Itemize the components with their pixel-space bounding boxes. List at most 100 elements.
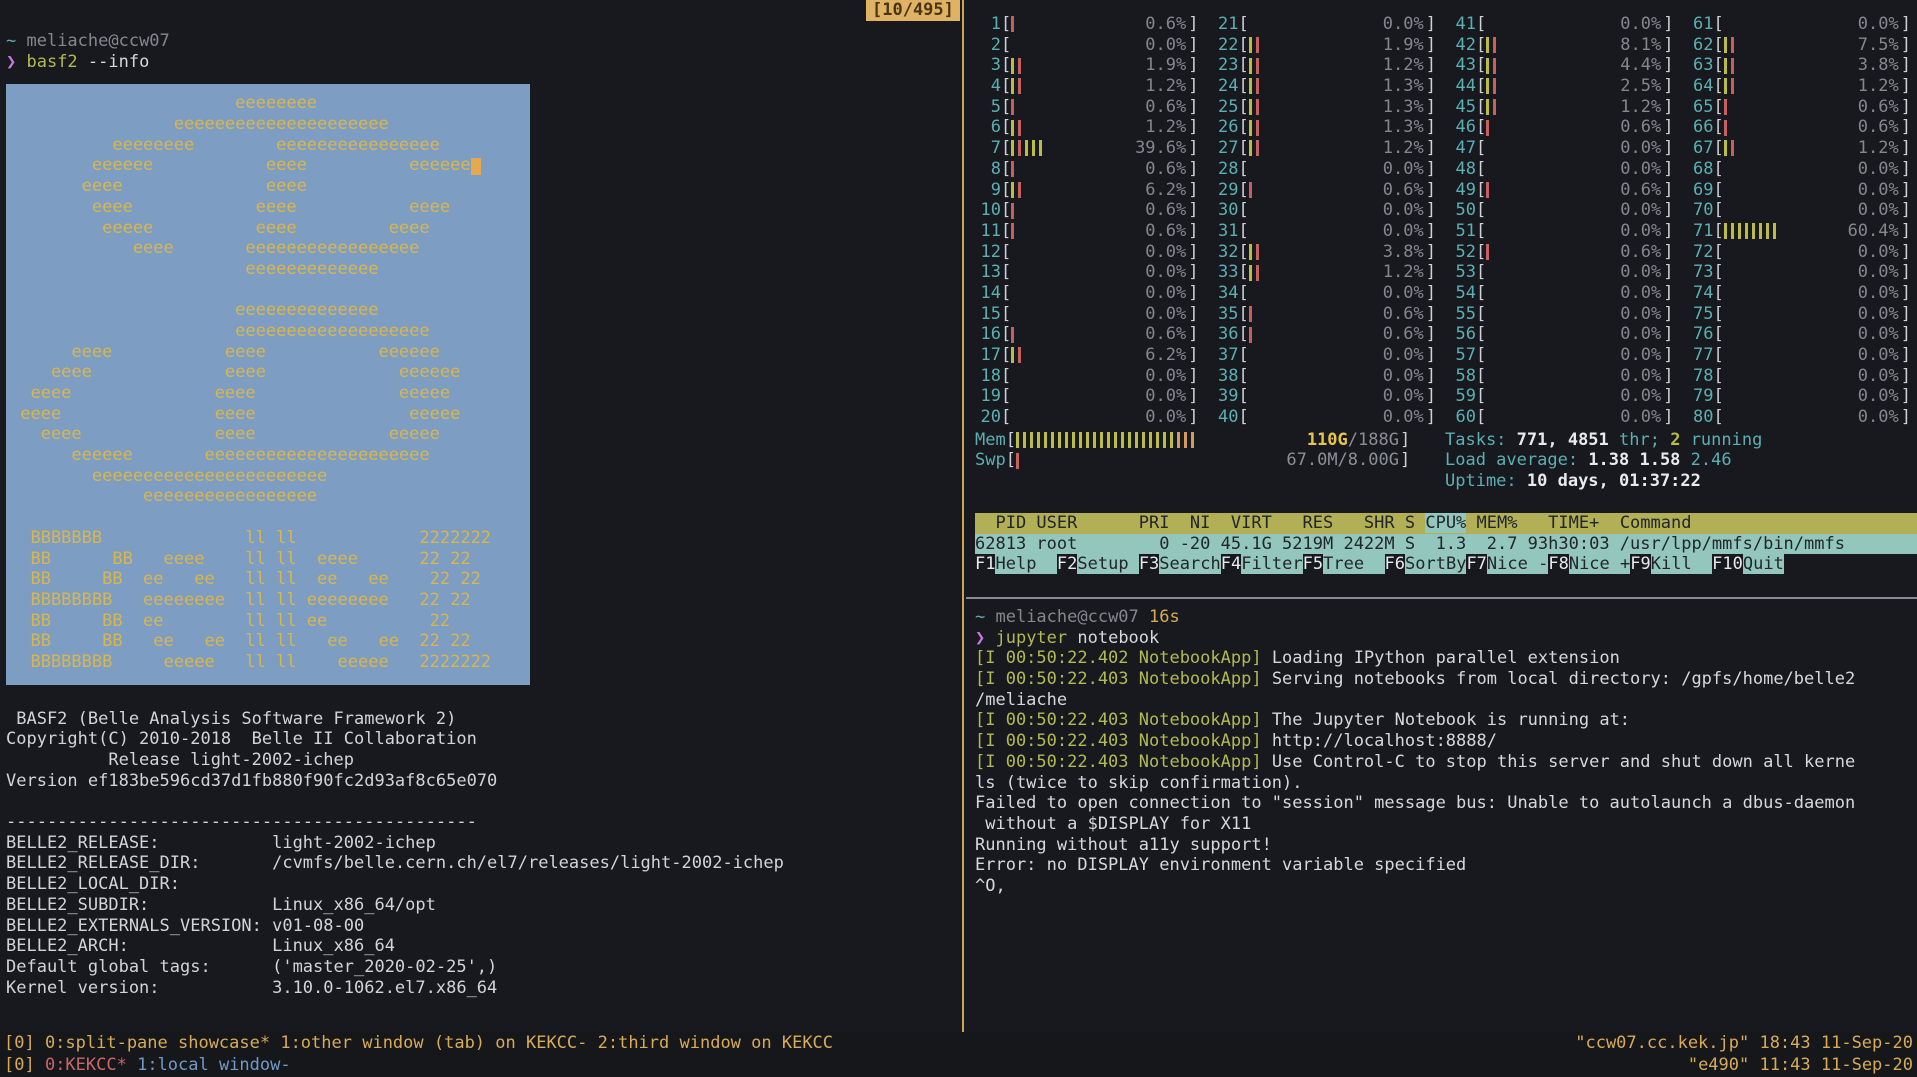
logo-art-line: eeee eeee eeeeee — [6, 342, 530, 363]
cpu-meter-core-42: 42 [8.1%] — [1450, 35, 1674, 56]
fkey-f9-button[interactable]: F9Kill — [1630, 554, 1712, 575]
cpu-meter-core-3: 3 [1.9%] — [975, 55, 1199, 76]
tmux-horizontal-divider[interactable] — [966, 597, 1917, 599]
htop-mem-meter: Mem[ 110G/188G] — [975, 430, 1415, 451]
cpu-meter-core-17: 17 [6.2%] — [975, 345, 1199, 366]
cpu-meter-core-19: 19 [0.0%] — [975, 386, 1199, 407]
cpu-meter-core-13: 13 [0.0%] — [975, 262, 1199, 283]
logo-art-line — [6, 507, 530, 528]
tmux-host-clock-inner: "e490" 11:43 11-Sep-20 — [1688, 1054, 1913, 1076]
fkey-f6-button[interactable]: F6SortBy — [1385, 554, 1467, 575]
cpu-meter-core-46: 46 [0.6%] — [1450, 117, 1674, 138]
cpu-meter-core-10: 10 [0.6%] — [975, 200, 1199, 221]
cpu-meter-core-60: 60 [0.0%] — [1450, 407, 1674, 428]
fkey-f1-button[interactable]: F1Help — [975, 554, 1057, 575]
jupyter-log-line-1: ❯ jupyter notebook — [975, 628, 1915, 649]
logo-art-line: BB BB ee ee ll ll ee ee 22 22 — [6, 631, 530, 652]
cpu-meter-core-66: 66 [0.6%] — [1688, 117, 1912, 138]
cpu-meter-core-26: 26 [1.3%] — [1213, 117, 1437, 138]
tmux-status-bar-outer: [0] 0:split-pane showcase* 1:other windo… — [0, 1032, 1917, 1054]
cpu-meter-core-72: 72 [0.0%] — [1688, 242, 1912, 263]
fkey-f8-button[interactable]: F8Nice + — [1548, 554, 1630, 575]
cpu-meter-core-30: 30 [0.0%] — [1213, 200, 1437, 221]
basf2-info-line: BASF2 (Belle Analysis Software Framework… — [6, 709, 960, 730]
jupyter-log-line-9: Failed to open connection to "session" m… — [975, 793, 1915, 814]
jupyter-log-line-5: [I 00:50:22.403 NotebookApp] The Jupyter… — [975, 710, 1915, 731]
cpu-meter-core-45: 45 [1.2%] — [1450, 97, 1674, 118]
tmux-status-bars: [0] 0:split-pane showcase* 1:other windo… — [0, 1032, 1917, 1077]
cpu-meter-core-22: 22 [1.9%] — [1213, 35, 1437, 56]
basf2-info-line — [6, 791, 960, 812]
cpu-meter-core-52: 52 [0.6%] — [1450, 242, 1674, 263]
cpu-meter-core-56: 56 [0.0%] — [1450, 324, 1674, 345]
cpu-meter-core-49: 49 [0.6%] — [1450, 180, 1674, 201]
basf2-info-line: BELLE2_LOCAL_DIR: — [6, 874, 960, 895]
cpu-meter-core-29: 29 [0.6%] — [1213, 180, 1437, 201]
cpu-meter-core-32: 32 [3.8%] — [1213, 242, 1437, 263]
cpu-meter-core-74: 74 [0.0%] — [1688, 283, 1912, 304]
cpu-meter-core-51: 51 [0.0%] — [1450, 221, 1674, 242]
fkey-f5-button[interactable]: F5Tree — [1303, 554, 1385, 575]
cpu-meter-core-71: 71 [60.4%] — [1688, 221, 1912, 242]
cpu-meter-core-5: 5 [0.6%] — [975, 97, 1199, 118]
cpu-meter-core-73: 73 [0.0%] — [1688, 262, 1912, 283]
cpu-meter-core-34: 34 [0.0%] — [1213, 283, 1437, 304]
logo-art-line: eeeeeeeeeeeeeeeeeee — [6, 321, 530, 342]
jupyter-log-line-7: [I 00:50:22.403 NotebookApp] Use Control… — [975, 752, 1915, 773]
cpu-meter-core-16: 16 [0.6%] — [975, 324, 1199, 345]
cpu-meter-core-80: 80 [0.0%] — [1688, 407, 1912, 428]
fkey-f7-button[interactable]: F7Nice - — [1466, 554, 1548, 575]
basf2-info-line: BELLE2_RELEASE: light-2002-ichep — [6, 833, 960, 854]
cpu-meter-core-21: 21 [0.0%] — [1213, 14, 1437, 35]
tmux-terminal-screen: ~ meliache@ccw07❯ basf2 --info eeeeeeee … — [0, 0, 1917, 1077]
cpu-meter-core-77: 77 [0.0%] — [1688, 345, 1912, 366]
sort-column-cpu[interactable]: CPU% — [1425, 513, 1466, 533]
htop-cpu-meters: 1 [0.6%]2 [0.0%]3 [1.9%]4 [1.2%]5 [0.6%]… — [975, 14, 1911, 428]
cpu-meter-core-43: 43 [4.4%] — [1450, 55, 1674, 76]
cpu-meter-core-78: 78 [0.0%] — [1688, 366, 1912, 387]
logo-art-line: eeee eeee eeeee — [6, 404, 530, 425]
basf2-version-info: BASF2 (Belle Analysis Software Framework… — [6, 709, 960, 999]
fkey-f4-button[interactable]: F4Filter — [1221, 554, 1303, 575]
logo-art-line: eeeee eeee eeee — [6, 218, 530, 239]
logo-art-line: BB BB ee ee ll ll ee ee 22 22 — [6, 569, 530, 590]
logo-art-line: eeeeee eeee eeeeee — [6, 155, 530, 176]
jupyter-log-line-6: [I 00:50:22.403 NotebookApp] http://loca… — [975, 731, 1915, 752]
logo-art-line: eeeeeeee — [6, 93, 530, 114]
cpu-meter-core-1: 1 [0.6%] — [975, 14, 1199, 35]
cpu-meter-core-24: 24 [1.3%] — [1213, 76, 1437, 97]
logo-art-line: eeee eeee eeeee — [6, 383, 530, 404]
jupyter-log-line-3: [I 00:50:22.403 NotebookApp] Serving not… — [975, 669, 1915, 690]
pane-htop[interactable]: 1 [0.6%]2 [0.0%]3 [1.9%]4 [1.2%]5 [0.6%]… — [975, 14, 1911, 575]
cpu-meter-core-31: 31 [0.0%] — [1213, 221, 1437, 242]
basf2-info-line: Kernel version: 3.10.0-1062.el7.x86_64 — [6, 978, 960, 999]
cpu-meter-core-57: 57 [0.0%] — [1450, 345, 1674, 366]
htop-process-row[interactable]: 62813 root 0 -20 45.1G 5219M 2422M S 1.3… — [975, 534, 1917, 555]
logo-art-line: eeeeeeeeeeeeeeeeeeeee — [6, 114, 530, 135]
pane-jupyter-notebook[interactable]: ~ meliache@ccw07 16s❯ jupyter notebook[I… — [975, 607, 1915, 897]
cpu-meter-core-6: 6 [1.2%] — [975, 117, 1199, 138]
cpu-meter-core-33: 33 [1.2%] — [1213, 262, 1437, 283]
tmux-window-list-inner[interactable]: [0] 0:KEKCC* 1:local window- — [4, 1054, 291, 1076]
htop-process-table-header[interactable]: PID USER PRI NI VIRT RES SHR S CPU% MEM%… — [975, 513, 1917, 534]
jupyter-log-line-4: /meliache — [975, 690, 1915, 711]
logo-art-line: BB BB eeee ll ll eeee 22 22 — [6, 549, 530, 570]
logo-art-line: eeeeeeeeeeeee — [6, 259, 530, 280]
tmux-window-list-outer[interactable]: [0] 0:split-pane showcase* 1:other windo… — [4, 1032, 833, 1054]
cpu-meter-core-50: 50 [0.0%] — [1450, 200, 1674, 221]
cpu-meter-core-58: 58 [0.0%] — [1450, 366, 1674, 387]
tmux-status-bar-inner: [0] 0:KEKCC* 1:local window- "e490" 11:4… — [0, 1054, 1917, 1076]
cpu-meter-core-69: 69 [0.0%] — [1688, 180, 1912, 201]
cpu-meter-core-67: 67 [1.2%] — [1688, 138, 1912, 159]
jupyter-log-line-12: Error: no DISPLAY environment variable s… — [975, 855, 1915, 876]
fkey-f3-button[interactable]: F3Search — [1139, 554, 1221, 575]
pane-basf2-info[interactable]: ~ meliache@ccw07❯ basf2 --info eeeeeeee … — [0, 0, 960, 1032]
tmux-vertical-divider[interactable] — [962, 0, 964, 1032]
cpu-meter-core-64: 64 [1.2%] — [1688, 76, 1912, 97]
jupyter-log-line-2: [I 00:50:22.402 NotebookApp] Loading IPy… — [975, 648, 1915, 669]
fkey-f10-button[interactable]: F10Quit — [1712, 554, 1784, 575]
cpu-meter-core-68: 68 [0.0%] — [1688, 159, 1912, 180]
fkey-f2-button[interactable]: F2Setup — [1057, 554, 1139, 575]
cpu-meter-core-2: 2 [0.0%] — [975, 35, 1199, 56]
cpu-meter-core-28: 28 [0.0%] — [1213, 159, 1437, 180]
